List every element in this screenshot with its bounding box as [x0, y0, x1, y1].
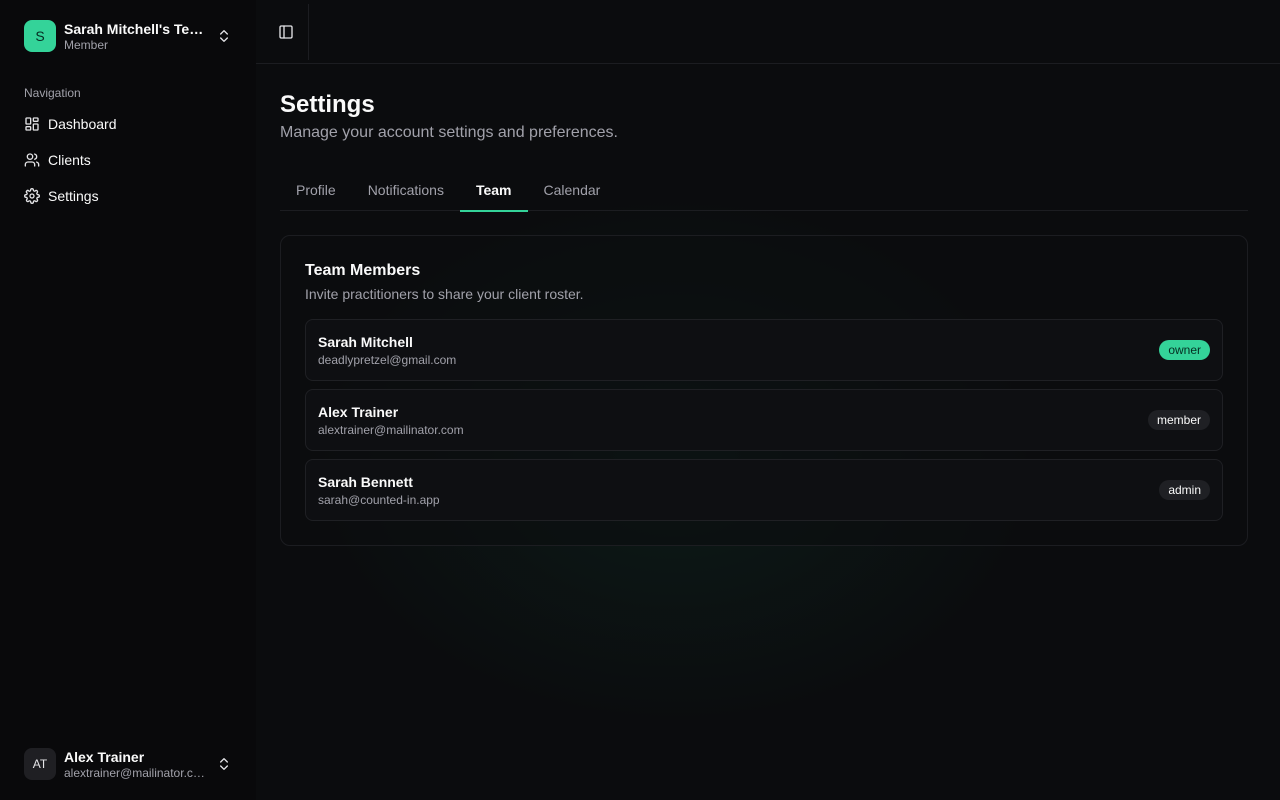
list-item: Alex Trainer alextrainer@mailinator.com … — [305, 389, 1223, 451]
sidebar-toggle-button[interactable] — [272, 18, 300, 46]
team-members-card: Team Members Invite practitioners to sha… — [280, 235, 1248, 546]
list-item: Sarah Mitchell deadlypretzel@gmail.com o… — [305, 319, 1223, 381]
nav-group-label: Navigation — [24, 86, 81, 100]
role-badge: admin — [1159, 480, 1210, 500]
sidebar-item-label: Dashboard — [48, 116, 117, 132]
member-email: sarah@counted-in.app — [318, 492, 440, 507]
topbar — [256, 0, 1280, 64]
nav-group: Navigation Dashboard Clients Settings — [16, 86, 240, 212]
tab-team[interactable]: Team — [459, 170, 528, 212]
tab-profile[interactable]: Profile — [280, 170, 352, 211]
tab-calendar[interactable]: Calendar — [528, 170, 617, 211]
panel-left-icon — [279, 24, 293, 39]
workspace-name: Sarah Mitchell's Team — [64, 20, 208, 37]
page-title: Settings — [280, 91, 375, 118]
member-name: Sarah Mitchell — [318, 333, 413, 350]
member-info: Alex Trainer alextrainer@mailinator.com — [318, 404, 464, 437]
member-name: Alex Trainer — [318, 403, 399, 420]
user-info: Alex Trainer alextrainer@mailinator.com — [64, 749, 208, 780]
user-name: Alex Trainer — [64, 748, 145, 765]
app-root: S Sarah Mitchell's Team Member Navigatio… — [0, 0, 1280, 800]
sidebar: S Sarah Mitchell's Team Member Navigatio… — [0, 0, 256, 800]
role-badge: owner — [1159, 340, 1210, 360]
sidebar-item-label: Settings — [48, 188, 99, 204]
list-item: Sarah Bennett sarah@counted-in.app admin — [305, 459, 1223, 521]
gear-icon — [24, 188, 40, 204]
avatar: AT — [24, 748, 56, 780]
card-title: Team Members — [305, 262, 421, 279]
sidebar-item-dashboard[interactable]: Dashboard — [16, 108, 240, 140]
workspace-avatar: S — [24, 20, 56, 52]
topbar-divider — [308, 3, 309, 60]
member-email: alextrainer@mailinator.com — [318, 422, 464, 437]
workspace-role: Member — [64, 37, 109, 52]
member-name: Sarah Bennett — [318, 473, 413, 490]
workspace-info: Sarah Mitchell's Team Member — [64, 21, 208, 52]
settings-content: Settings Manage your account settings an… — [256, 64, 1280, 546]
main-panel: Settings Manage your account settings an… — [256, 0, 1280, 800]
member-info: Sarah Bennett sarah@counted-in.app — [318, 474, 440, 507]
member-list: Sarah Mitchell deadlypretzel@gmail.com o… — [305, 319, 1223, 521]
role-badge: member — [1147, 410, 1210, 430]
user-email: alextrainer@mailinator.com — [64, 765, 208, 780]
card-subtitle: Invite practitioners to share your clien… — [305, 286, 584, 302]
users-icon — [24, 153, 40, 167]
page-subtitle: Manage your account settings and prefere… — [280, 124, 618, 141]
member-email: deadlypretzel@gmail.com — [318, 352, 457, 367]
member-info: Sarah Mitchell deadlypretzel@gmail.com — [318, 334, 456, 367]
workspace-switcher[interactable]: S Sarah Mitchell's Team Member — [16, 16, 240, 56]
user-menu[interactable]: AT Alex Trainer alextrainer@mailinator.c… — [16, 744, 240, 784]
sidebar-item-settings[interactable]: Settings — [16, 180, 240, 212]
settings-tabs: Profile Notifications Team Calendar — [280, 170, 1248, 212]
chevrons-up-down-icon — [220, 758, 228, 770]
chevrons-up-down-icon — [220, 30, 228, 42]
layout-dashboard-icon — [25, 117, 39, 131]
sidebar-item-clients[interactable]: Clients — [16, 144, 240, 176]
sidebar-item-label: Clients — [48, 152, 91, 168]
tab-notifications[interactable]: Notifications — [352, 170, 460, 211]
